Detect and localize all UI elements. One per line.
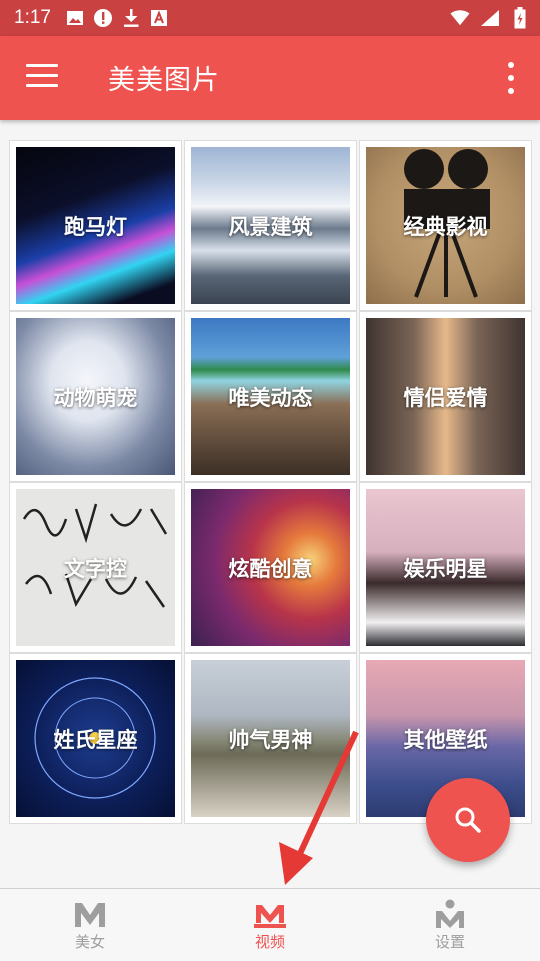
more-dot [508, 75, 514, 81]
category-label: 娱乐明星 [403, 556, 488, 581]
category-grid: 跑马灯 风景建筑 经典影视 动物萌宠 唯美动态 情侣爱情 文字控 炫酷创意 娱乐… [9, 140, 532, 824]
more-dot [508, 88, 514, 94]
status-time: 1:17 [14, 7, 51, 28]
category-tile-handsome[interactable]: 帅气男神 [184, 653, 357, 824]
nav-item-beauty[interactable]: 美女 [0, 889, 180, 961]
font-icon [149, 8, 169, 28]
category-tile-dynamic[interactable]: 唯美动态 [184, 311, 357, 482]
category-tile-love[interactable]: 情侣爱情 [359, 311, 532, 482]
nav-label: 设置 [434, 932, 465, 951]
category-label: 文字控 [64, 556, 127, 581]
category-label: 跑马灯 [64, 214, 127, 239]
wifi-icon [450, 8, 470, 28]
category-thumbnail: 情侣爱情 [366, 318, 525, 475]
category-label: 动物萌宠 [53, 385, 138, 410]
nav-item-video[interactable]: 视频 [180, 889, 360, 961]
category-thumbnail: 经典影视 [366, 147, 525, 304]
battery-icon [510, 7, 530, 29]
app-bar: 美美图片 [0, 36, 540, 120]
alert-icon [93, 8, 113, 28]
hamburger-bar [26, 74, 58, 77]
category-tile-celebrity[interactable]: 娱乐明星 [359, 482, 532, 653]
hamburger-icon [26, 64, 58, 67]
category-label: 炫酷创意 [228, 556, 313, 581]
hamburger-bar [26, 84, 58, 87]
category-tile-marquee[interactable]: 跑马灯 [9, 140, 182, 311]
bottom-navigation: 美女 视频 设置 [0, 888, 540, 961]
category-label: 帅气男神 [228, 727, 313, 752]
category-thumbnail: 姓氏星座 [16, 660, 175, 817]
status-bar: 1:17 [0, 0, 540, 36]
category-thumbnail: 娱乐明星 [366, 489, 525, 646]
menu-button[interactable] [26, 64, 58, 92]
category-thumbnail: 风景建筑 [191, 147, 350, 304]
image-icon [65, 8, 85, 28]
category-thumbnail: 跑马灯 [16, 147, 175, 304]
category-thumbnail: 唯美动态 [191, 318, 350, 475]
category-thumbnail: 炫酷创意 [191, 489, 350, 646]
search-icon [455, 807, 481, 833]
category-tile-film[interactable]: 经典影视 [359, 140, 532, 311]
app-title: 美美图片 [108, 65, 220, 96]
category-tile-pets[interactable]: 动物萌宠 [9, 311, 182, 482]
nav-label: 美女 [74, 932, 105, 951]
more-options-button[interactable] [504, 62, 518, 94]
category-label: 其他壁纸 [403, 727, 488, 752]
nav-label: 视频 [254, 932, 285, 951]
category-thumbnail: 动物萌宠 [16, 318, 175, 475]
m-crown-icon [254, 904, 286, 928]
category-tile-text[interactable]: 文字控 [9, 482, 182, 653]
m-person-icon [436, 899, 464, 928]
category-tile-scenery[interactable]: 风景建筑 [184, 140, 357, 311]
category-label: 唯美动态 [228, 385, 313, 410]
signal-icon [480, 8, 500, 28]
nav-item-settings[interactable]: 设置 [360, 889, 540, 961]
download-icon [121, 8, 141, 28]
m-icon [75, 902, 105, 927]
category-thumbnail: 文字控 [16, 489, 175, 646]
more-vert-icon [508, 62, 514, 68]
category-label: 情侣爱情 [403, 385, 488, 410]
category-label: 经典影视 [403, 214, 488, 239]
category-tile-zodiac[interactable]: 姓氏星座 [9, 653, 182, 824]
category-label: 姓氏星座 [53, 727, 138, 752]
search-fab-button[interactable] [426, 778, 510, 862]
category-thumbnail: 帅气男神 [191, 660, 350, 817]
category-label: 风景建筑 [228, 214, 313, 239]
category-tile-creative[interactable]: 炫酷创意 [184, 482, 357, 653]
